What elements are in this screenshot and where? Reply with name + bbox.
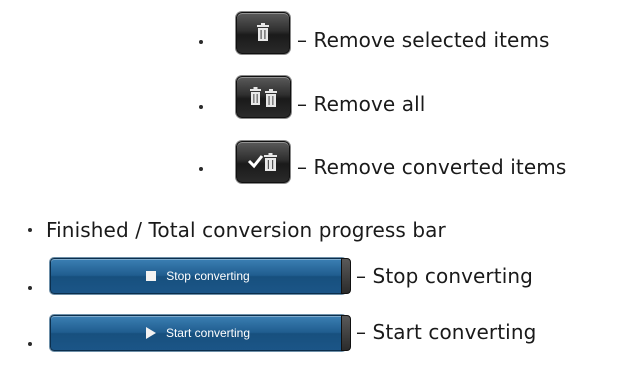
check-trash-icon <box>247 153 277 171</box>
double-trash-icon <box>249 87 277 107</box>
bullet <box>28 342 32 346</box>
stop-icon <box>146 271 157 281</box>
bullet <box>199 167 203 171</box>
trash-icon <box>257 23 269 41</box>
remove-converted-label: – Remove converted items <box>297 155 567 179</box>
bullet <box>28 286 32 290</box>
bullet <box>199 105 203 109</box>
play-icon <box>145 327 156 339</box>
remove-selected-button[interactable] <box>236 12 290 54</box>
progress-bar-label: Finished / Total conversion progress bar <box>46 218 446 242</box>
stop-converting-label: – Stop converting <box>356 264 533 288</box>
start-converting-label: – Start converting <box>356 320 537 344</box>
remove-all-label: – Remove all <box>297 92 426 116</box>
remove-converted-button[interactable] <box>236 141 290 183</box>
stop-converting-button[interactable]: Stop converting <box>50 258 351 294</box>
remove-all-button[interactable] <box>236 76 291 118</box>
start-converting-button-label: Start converting <box>165 326 251 340</box>
remove-selected-label: – Remove selected items <box>297 28 550 52</box>
stop-converting-button-label: Stop converting <box>166 269 250 283</box>
bullet <box>28 228 32 232</box>
bullet <box>199 40 203 44</box>
start-converting-button[interactable]: Start converting <box>50 315 351 351</box>
